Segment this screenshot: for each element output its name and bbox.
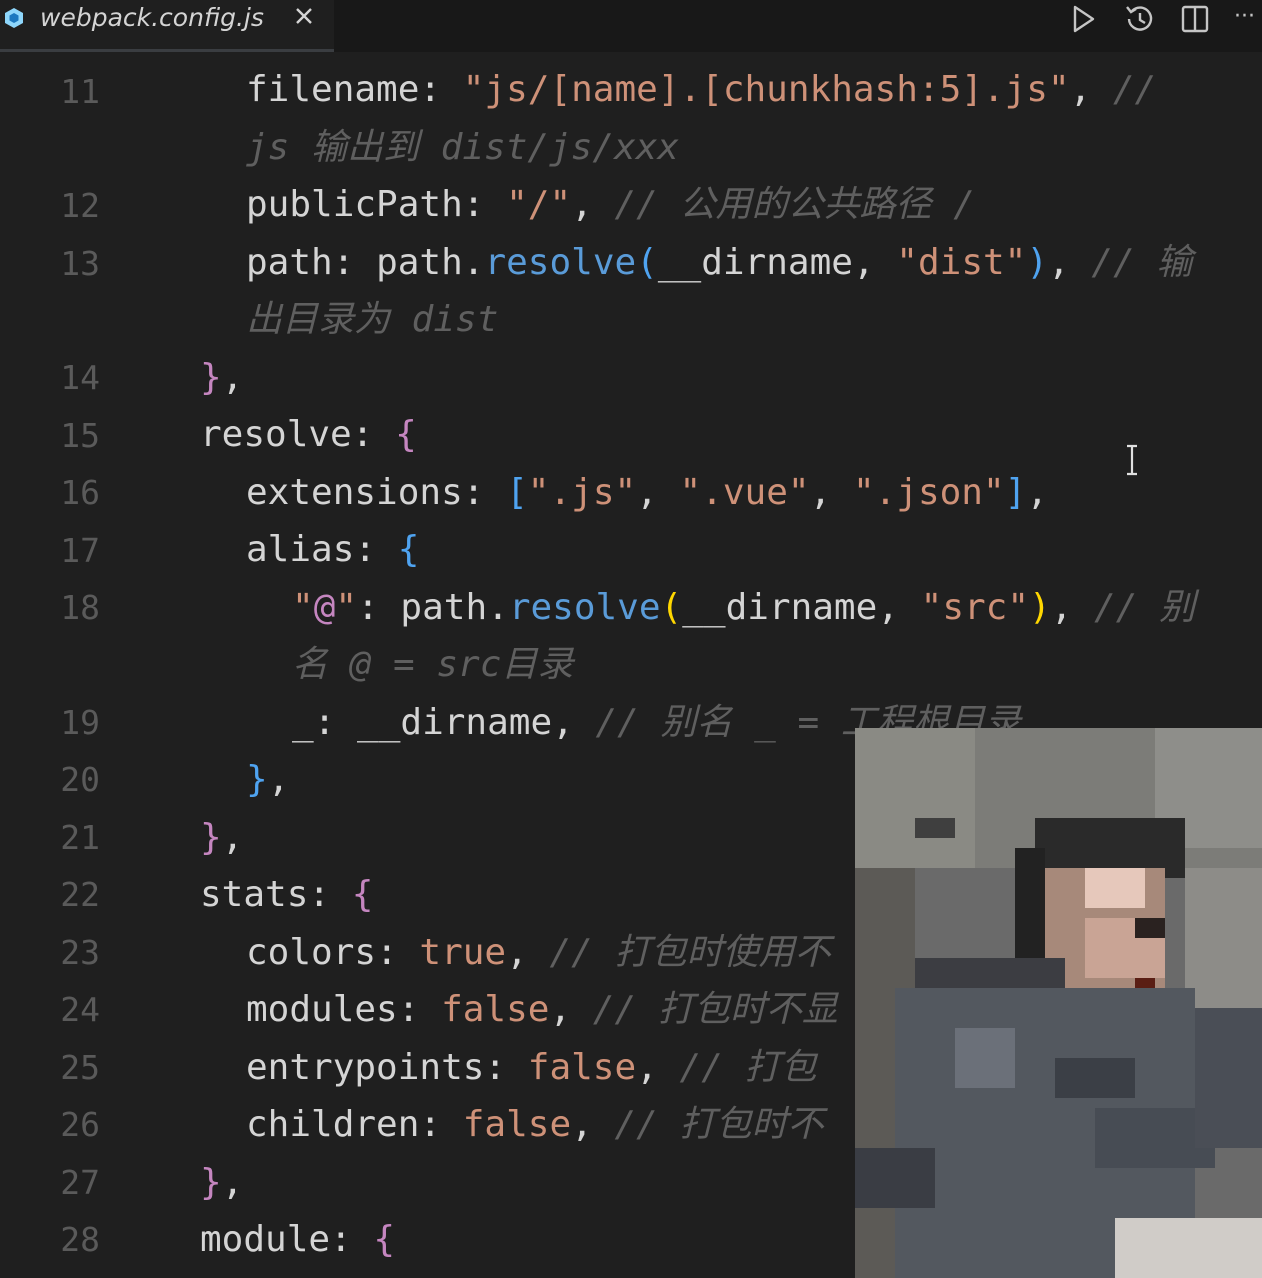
line-number: 26	[60, 1105, 100, 1144]
code-line-26: children: false, // 打包时不	[246, 1104, 824, 1145]
line-number: 20	[60, 760, 100, 799]
split-editor-icon[interactable]	[1178, 2, 1212, 36]
line-number: 13	[60, 244, 100, 283]
property-key: colors	[246, 932, 377, 973]
line-number: 19	[60, 703, 100, 742]
pixelated-presenter-image	[855, 728, 1262, 1278]
line-number: 21	[60, 818, 100, 857]
line-number-gutter: 11 12 13 14 15 16 17 18 19 20 21 22 23 2…	[0, 52, 150, 1278]
property-key: entrypoints	[246, 1047, 485, 1088]
boolean-literal: false	[441, 989, 550, 1030]
code-line-16: extensions: [".js", ".vue", ".json"],	[246, 472, 1049, 513]
property-key: module	[200, 1219, 331, 1260]
function-name: resolve	[484, 242, 637, 283]
webpack-file-icon	[5, 8, 23, 28]
code-line-22: stats: {	[200, 874, 374, 915]
line-number: 12	[60, 186, 100, 225]
string-literal: ".json"	[852, 472, 1005, 513]
property-key: path	[246, 242, 333, 283]
function-name: resolve	[508, 587, 661, 628]
line-number: 18	[60, 588, 100, 627]
code-line-28: module: {	[200, 1219, 396, 1260]
comment: // 打包时使用不	[549, 932, 831, 973]
tab-filename: webpack.config.js	[40, 3, 264, 32]
identifier: path	[376, 242, 463, 283]
code-line-20: },	[246, 759, 290, 800]
line-number: 17	[60, 531, 100, 570]
webcam-overlay	[855, 728, 1262, 1278]
string-literal: "/"	[506, 184, 572, 225]
property-key: resolve	[200, 414, 352, 455]
alias-key: @	[313, 587, 336, 628]
code-line-23: colors: true, // 打包时使用不	[246, 932, 831, 973]
comment: // 别	[1094, 587, 1196, 628]
line-number: 28	[60, 1220, 100, 1259]
string-quote: "	[292, 587, 314, 628]
comment: //	[1112, 69, 1157, 110]
code-line-13-wrap: 出目录为 dist	[246, 299, 499, 340]
identifier: __dirname	[357, 702, 553, 743]
property-key: children	[246, 1104, 420, 1145]
play-icon[interactable]	[1066, 2, 1100, 36]
line-number: 22	[60, 875, 100, 914]
code-line-12: publicPath: "/", // 公用的公共路径 /	[246, 184, 975, 225]
string-literal: "dist"	[896, 242, 1027, 283]
code-line-24: modules: false, // 打包时不显	[246, 989, 838, 1030]
string-literal: ".vue"	[679, 472, 810, 513]
comment: // 打包时不显	[592, 989, 838, 1030]
code-line-11: filename: "js/[name].[chunkhash:5].js", …	[246, 69, 1157, 110]
boolean-literal: true	[419, 932, 507, 973]
line-number: 16	[60, 473, 100, 512]
boolean-literal: false	[527, 1047, 637, 1088]
comment: // 打包时不	[614, 1104, 824, 1145]
string-literal: "js/[name].[chunkhash:5].js"	[462, 69, 1070, 110]
property-key: extensions	[246, 472, 463, 513]
line-number: 27	[60, 1163, 100, 1202]
code-line-18-wrap: 名 @ = src目录	[292, 644, 574, 685]
line-number: 15	[60, 416, 100, 455]
line-number: 14	[60, 358, 100, 397]
string-literal: "src"	[920, 587, 1030, 628]
string-quote: "	[335, 587, 358, 628]
code-line-25: entrypoints: false, // 打包	[246, 1047, 817, 1088]
line-number: 24	[60, 990, 100, 1029]
code-line-18: "@": path.resolve(__dirname, "src"), // …	[292, 587, 1196, 628]
property-key: stats	[200, 874, 309, 915]
line-number: 11	[60, 72, 100, 111]
code-line-11-wrap: js 输出到 dist/js/xxx	[246, 127, 680, 168]
identifier: __dirname	[682, 587, 878, 628]
line-number: 23	[60, 933, 100, 972]
code-line-14: },	[200, 357, 244, 398]
comment: // 输	[1091, 242, 1193, 283]
identifier: __dirname	[657, 242, 853, 283]
line-number: 25	[60, 1048, 100, 1087]
property-key: publicPath	[246, 184, 463, 225]
boolean-literal: false	[462, 1104, 572, 1145]
code-line-21: },	[200, 817, 244, 858]
property-key: _	[292, 702, 314, 743]
history-icon[interactable]	[1122, 2, 1156, 36]
string-literal: ".js"	[527, 472, 637, 513]
comment: // 公用的公共路径 /	[614, 184, 975, 225]
property-key: alias	[246, 529, 355, 570]
code-line-17: alias: {	[246, 529, 420, 570]
close-icon[interactable]	[292, 4, 316, 28]
identifier: path	[400, 587, 488, 628]
property-key: modules	[246, 989, 398, 1030]
tab-bar: webpack.config.js ···	[0, 0, 1262, 52]
more-actions-icon[interactable]: ···	[1234, 0, 1262, 34]
code-line-13: path: path.resolve(__dirname, "dist"), /…	[246, 242, 1193, 283]
code-line-15: resolve: {	[200, 414, 417, 455]
comment: // 打包	[679, 1047, 817, 1088]
property-key: filename	[246, 69, 420, 110]
code-line-27: },	[200, 1162, 244, 1203]
editor-tab[interactable]: webpack.config.js	[0, 0, 334, 52]
text-cursor-icon	[1127, 444, 1137, 476]
